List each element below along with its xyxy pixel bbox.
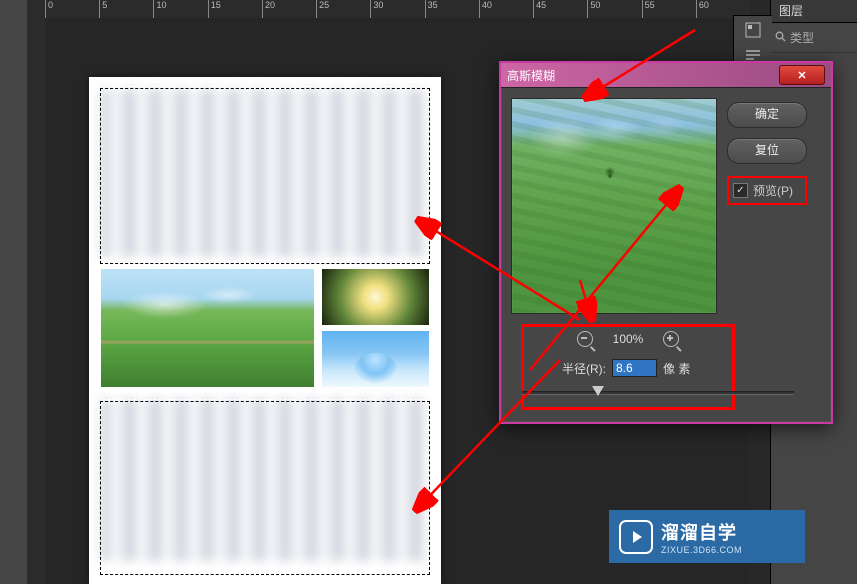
- reset-button[interactable]: 复位: [727, 138, 807, 164]
- ruler-mark: 20: [262, 0, 316, 18]
- document[interactable]: [89, 77, 441, 584]
- thumbnail-tree: [322, 331, 429, 387]
- ruler-mark: 50: [587, 0, 641, 18]
- ruler-mark: 15: [208, 0, 262, 18]
- ruler-mark: 40: [479, 0, 533, 18]
- watermark-logo-icon: [619, 520, 653, 554]
- slider-track: [522, 391, 794, 395]
- radius-input[interactable]: [612, 359, 657, 377]
- ruler-mark: 0: [45, 0, 99, 18]
- collapsed-panel-icons[interactable]: [733, 15, 772, 67]
- search-icon: [775, 31, 786, 45]
- watermark-name: 溜溜自学: [661, 519, 742, 545]
- thumbnail-landscape: [101, 269, 314, 387]
- zoom-in-button[interactable]: [663, 331, 679, 347]
- swatches-icon[interactable]: [745, 22, 761, 38]
- ruler-mark: 10: [153, 0, 207, 18]
- watermark: 溜溜自学 ZIXUE.3D66.COM: [609, 510, 805, 563]
- controls-highlight: 100% 半径(R): 像 素: [521, 324, 735, 410]
- ruler-vertical: [27, 18, 46, 584]
- dialog-titlebar[interactable]: 高斯模糊 ✕: [501, 63, 831, 88]
- layers-tab[interactable]: 图层: [771, 0, 857, 23]
- close-icon: ✕: [797, 69, 806, 82]
- ok-button[interactable]: 确定: [727, 102, 807, 128]
- blurred-text-bottom: [101, 399, 429, 561]
- preview-checkbox[interactable]: ✓: [733, 183, 748, 198]
- image-row: [101, 269, 429, 387]
- filter-type-label: 类型: [790, 29, 814, 46]
- zoom-out-button[interactable]: [577, 331, 593, 347]
- zoom-value: 100%: [613, 332, 644, 346]
- preview-checkbox-row: ✓ 预览(P): [727, 176, 807, 205]
- ruler-mark: 35: [425, 0, 479, 18]
- radius-label: 半径(R):: [562, 360, 606, 377]
- ruler-mark: 45: [533, 0, 587, 18]
- ruler-mark: 55: [642, 0, 696, 18]
- watermark-url: ZIXUE.3D66.COM: [661, 545, 742, 555]
- ruler-mark: 5: [99, 0, 153, 18]
- preview-thumbnail[interactable]: [511, 98, 717, 314]
- layers-filter[interactable]: 类型: [771, 23, 857, 53]
- thumbnail-bulb: [322, 269, 429, 325]
- radius-unit: 像 素: [663, 360, 690, 377]
- preview-checkbox-label: 预览(P): [753, 182, 793, 199]
- paragraph-icon[interactable]: [745, 50, 761, 60]
- ruler-mark: 30: [370, 0, 424, 18]
- gaussian-blur-dialog[interactable]: 高斯模糊 ✕ 确定 复位 ✓ 预览(P) 100% 半径(R): 像 素: [500, 62, 832, 423]
- blurred-text-top: [101, 89, 429, 257]
- dialog-title: 高斯模糊: [507, 67, 779, 84]
- close-button[interactable]: ✕: [779, 65, 825, 85]
- ruler-mark: 25: [316, 0, 370, 18]
- ruler-horizontal: 0 5 10 15 20 25 30 35 40 45 50 55 60: [45, 0, 750, 19]
- tools-sliver: [0, 0, 28, 584]
- radius-slider[interactable]: [562, 385, 694, 399]
- slider-thumb[interactable]: [592, 386, 604, 396]
- ruler-corner: [27, 0, 46, 19]
